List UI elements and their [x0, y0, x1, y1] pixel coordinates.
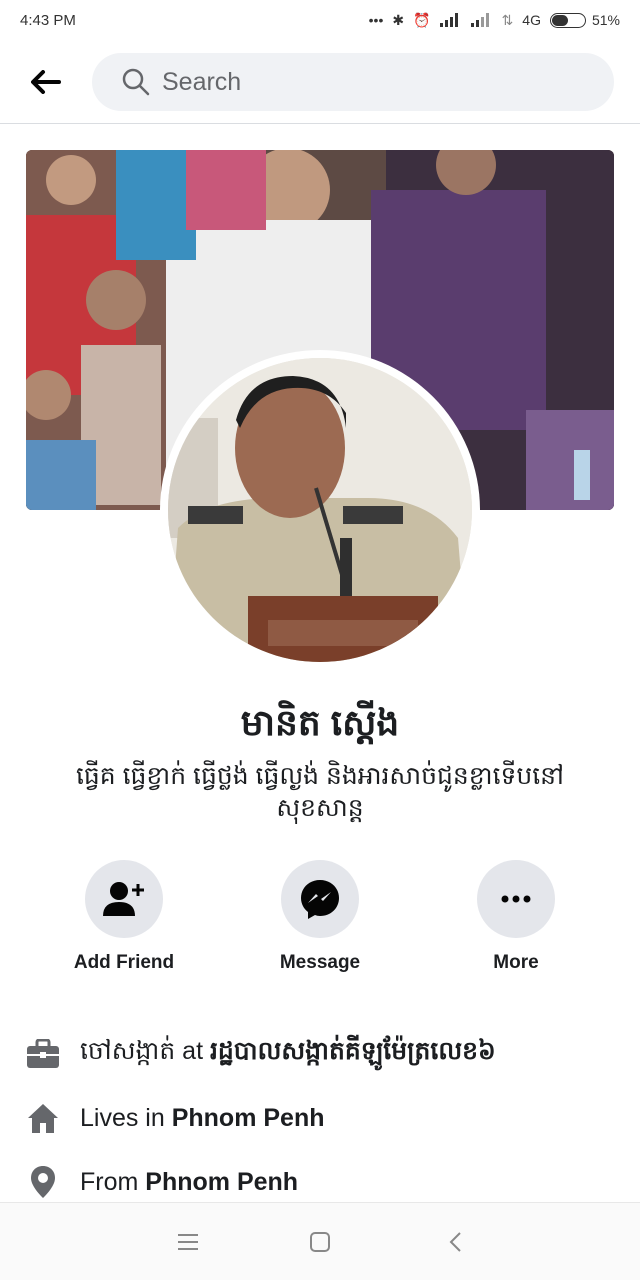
battery-icon: [549, 12, 586, 28]
profile-bio: ធ្វើគ ធ្វើខ្វាក់ ធ្វើថ្លង់ ធ្វើល្ងង់ និង…: [76, 762, 564, 822]
more-label: More: [493, 952, 539, 973]
add-friend-button[interactable]: Add Friend: [44, 860, 204, 974]
alarm-icon: ⏰: [413, 11, 431, 28]
home-icon: [26, 1101, 60, 1135]
messenger-icon: [301, 880, 339, 919]
status-time: 4:43 PM: [20, 11, 76, 29]
status-bar: 4:43 PM ••• ✱ ⏰ ⇅ 4G 51%: [0, 0, 640, 40]
info-from-row[interactable]: From Phnom Penh: [0, 1157, 640, 1207]
info-work-value: រដ្ឋបាលសង្កាត់គីឡូម៉ែត្រលេខ៦: [209, 1037, 496, 1065]
menu-button[interactable]: [173, 1227, 203, 1257]
square-home-icon: [310, 1232, 330, 1252]
location-pin-icon: [26, 1165, 60, 1199]
data-transfer-icon: ⇅: [501, 11, 514, 28]
search-input[interactable]: Search: [92, 53, 614, 111]
battery-percent: 51%: [591, 12, 620, 28]
info-from-prefix: From: [80, 1167, 146, 1196]
top-bar: Search: [0, 40, 640, 124]
bluetooth-icon: ✱: [392, 11, 405, 28]
info-lives-prefix: Lives in: [80, 1103, 172, 1132]
info-from-text: From Phnom Penh: [80, 1168, 298, 1197]
info-work-prefix: ចៅសង្កាត់ at: [80, 1037, 210, 1065]
more-dots-icon: [501, 895, 531, 903]
info-lives-row[interactable]: Lives in Phnom Penh: [0, 1093, 640, 1143]
chevron-back-icon: [449, 1232, 461, 1252]
briefcase-icon: [26, 1037, 60, 1071]
message-label: Message: [279, 952, 361, 973]
status-icons: ••• ✱ ⏰ ⇅ 4G 51%: [369, 12, 620, 29]
home-button[interactable]: [305, 1227, 335, 1257]
arrow-left-icon: [31, 70, 61, 94]
search-icon: [122, 68, 150, 96]
info-from-value: Phnom Penh: [145, 1167, 299, 1196]
profile-picture[interactable]: [160, 350, 480, 670]
more-circle: [477, 860, 555, 938]
signal-icon-2: [470, 13, 489, 27]
message-circle: [281, 860, 359, 938]
system-nav-bar: [0, 1202, 640, 1280]
info-lives-value: Phnom Penh: [171, 1103, 325, 1132]
message-button[interactable]: Message: [240, 860, 400, 974]
avatar-image: [168, 358, 472, 662]
back-button[interactable]: [26, 64, 66, 100]
add-friend-icon: [103, 882, 144, 916]
network-type: 4G: [522, 12, 541, 28]
menu-icon: [178, 1234, 198, 1250]
info-work-text: ចៅសង្កាត់ at រដ្ឋបាលសង្កាត់គីឡូម៉ែត្រលេខ…: [80, 1036, 496, 1072]
system-back-button[interactable]: [440, 1227, 470, 1257]
info-lives-text: Lives in Phnom Penh: [80, 1104, 325, 1133]
profile-actions: Add Friend Message More: [0, 860, 640, 980]
battery-indicator: 51%: [549, 12, 620, 28]
profile-name: មានិត ស្ដើង: [240, 702, 400, 743]
add-friend-circle: [85, 860, 163, 938]
info-work-row[interactable]: ចៅសង្កាត់ at រដ្ឋបាលសង្កាត់គីឡូម៉ែត្រលេខ…: [0, 1029, 640, 1079]
add-friend-label: Add Friend: [73, 952, 175, 973]
more-notifications-icon: •••: [368, 12, 384, 28]
avatar: [168, 358, 472, 662]
signal-icon: [439, 13, 458, 27]
search-placeholder: Search: [162, 67, 242, 96]
more-button[interactable]: More: [436, 860, 596, 974]
